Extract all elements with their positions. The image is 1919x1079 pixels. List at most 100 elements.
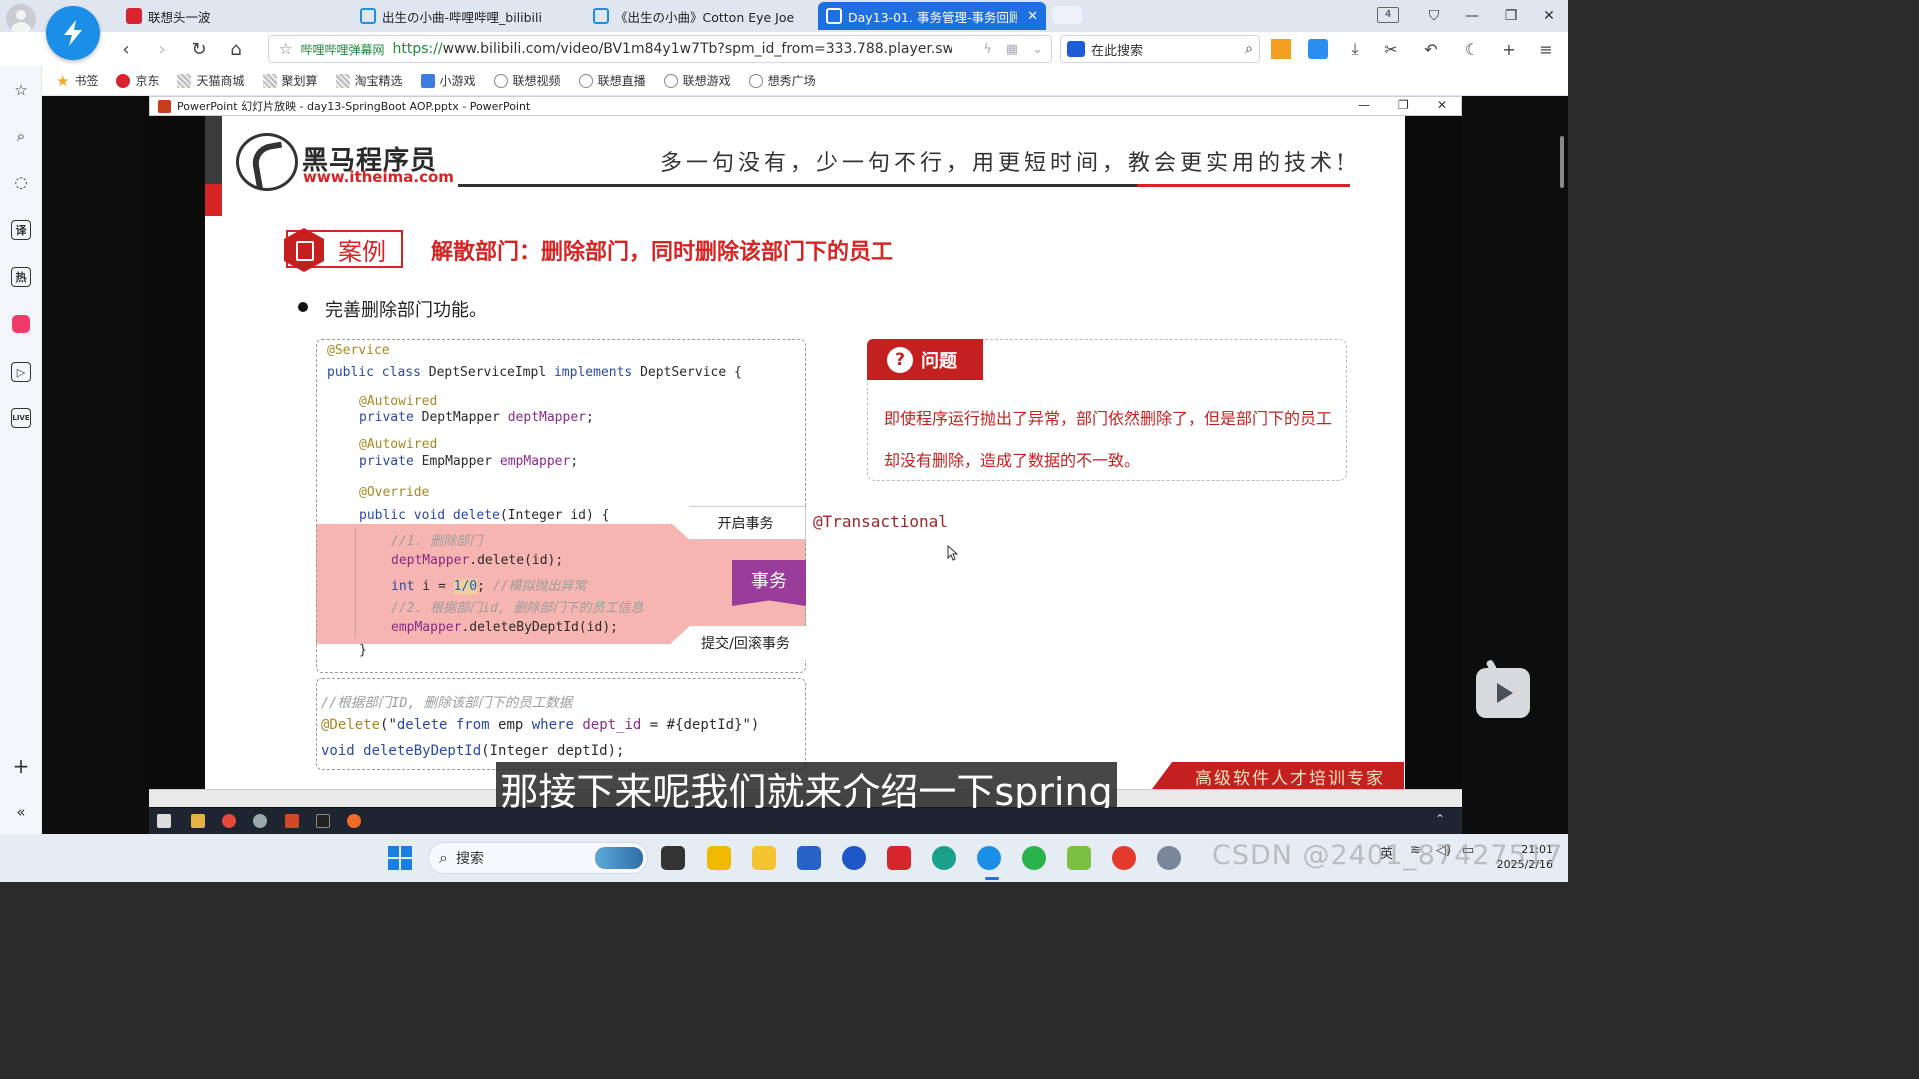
collapse-icon[interactable]: « (9, 800, 33, 824)
tab-bilibili-2[interactable]: 《出生の小曲》Cotton Eye Joe (585, 2, 803, 30)
reload-icon[interactable]: ↻ (187, 37, 211, 61)
browser-sidebar: ☆ ⌕ ◌ 译 热 ▷ LIVE + « (0, 66, 42, 834)
chevron-down-icon[interactable]: ⌄ (1032, 42, 1043, 57)
tab-bar: 联想头一波 出生の小曲-哔哩哔哩_bilibili 《出生の小曲》Cotton … (0, 0, 1568, 34)
widgets-icon[interactable] (707, 846, 731, 870)
scrollbar[interactable] (1560, 136, 1564, 188)
restore-icon[interactable]: ❐ (1497, 4, 1525, 28)
bookmark-item[interactable]: ★ 书签 (56, 72, 98, 89)
search-input[interactable]: 在此搜索 (1091, 40, 1143, 59)
start-icon[interactable] (388, 846, 412, 870)
chat-icon[interactable]: ◌ (9, 170, 33, 194)
home-icon[interactable]: ⌂ (224, 37, 248, 61)
task-view-icon[interactable] (661, 846, 685, 870)
juhuasuan-icon (262, 73, 277, 88)
restore-icon[interactable]: ❐ (1398, 98, 1409, 112)
bookmark-item[interactable]: 天猫商城 (177, 72, 245, 89)
dolphin-icon (595, 847, 643, 869)
app-icon (253, 814, 267, 828)
scissors-icon[interactable]: ✂ (1380, 38, 1402, 60)
chrome-icon[interactable] (1112, 846, 1136, 870)
address-bar[interactable]: ☆ 哔哩哔哩弹幕网 https://www.bilibili.com/video… (268, 35, 1052, 63)
store-icon[interactable] (797, 846, 821, 870)
bookmark-item[interactable]: 小游戏 (420, 72, 476, 89)
settings-icon[interactable] (1157, 846, 1181, 870)
add-icon[interactable]: + (9, 754, 33, 778)
menu-icon[interactable]: ≡ (1535, 38, 1557, 60)
close-tab-icon[interactable]: ✕ (1027, 9, 1038, 24)
qr-icon[interactable]: ▦ (1006, 42, 1018, 57)
minimize-icon[interactable]: — (1358, 98, 1370, 112)
video-icon[interactable]: ▷ (11, 362, 31, 382)
undo-icon[interactable]: ↶ (1420, 38, 1442, 60)
slogan: 多一句没有，少一句不行，用更短时间，教会更实用的技术! (660, 151, 1349, 176)
shirt-icon[interactable]: ⛉ (1420, 4, 1448, 28)
recorded-taskbar: ⌃ (149, 808, 1462, 834)
user-avatar[interactable] (6, 4, 36, 34)
tab-label: 出生の小曲-哔哩哔哩_bilibili (382, 9, 542, 25)
tmall-icon (177, 73, 192, 88)
tab-label: Day13-01. 事务管理-事务回顾 (848, 9, 1018, 25)
code-line: @Delete("delete from emp where dept_id =… (321, 717, 760, 733)
forward-icon[interactable]: › (150, 37, 174, 61)
code-line: @Autowired (359, 394, 438, 409)
download-icon[interactable]: ⤓ (1344, 38, 1366, 60)
bookmark-item[interactable]: 联想视频 (493, 72, 561, 89)
close-icon[interactable]: ✕ (1437, 98, 1447, 112)
bookmark-item[interactable]: 京东 (116, 72, 159, 89)
bookmark-item[interactable]: 淘宝精选 (335, 72, 403, 89)
explorer-icon[interactable] (752, 846, 776, 870)
translate-icon[interactable]: 译 (11, 220, 31, 240)
close-window-icon[interactable]: ✕ (1535, 4, 1563, 28)
favorites-icon[interactable]: ☆ (9, 78, 33, 102)
code-line: private EmpMapper empMapper; (359, 454, 579, 469)
bookmark-item[interactable]: 联想直播 (578, 72, 646, 89)
bookmark-star-icon[interactable]: ☆ (279, 40, 292, 58)
powerpoint-icon (158, 99, 171, 113)
edge-icon[interactable] (932, 846, 956, 870)
lenovo-app-icon[interactable] (842, 846, 866, 870)
bookmark-item[interactable]: 联想游戏 (663, 72, 731, 89)
site-label: 哔哩哔哩弹幕网 (300, 42, 385, 57)
tab-active-day13[interactable]: Day13-01. 事务管理-事务回顾 ✕ (818, 2, 1046, 30)
lenovo-icon (126, 8, 142, 24)
taskbar-search[interactable]: ⌕ 搜索 (428, 842, 648, 874)
bookmark-item[interactable]: 聚划算 (262, 72, 318, 89)
send-icon[interactable] (1308, 39, 1328, 59)
minimize-icon[interactable]: — (1458, 4, 1486, 28)
plus-icon[interactable]: + (1498, 38, 1520, 60)
feed-icon[interactable] (1271, 39, 1291, 59)
lightning-icon[interactable]: ϟ (983, 42, 992, 57)
browser-app-icon[interactable] (977, 846, 1001, 870)
bilibili-icon (593, 8, 609, 24)
transactional-annotation: @Transactional (813, 512, 948, 531)
search-icon[interactable]: ⌕ (1245, 41, 1253, 57)
bookmark-item[interactable]: 想秀广场 (748, 72, 816, 89)
bullet-text: 完善删除部门功能。 (325, 300, 487, 321)
hot-icon[interactable]: 热 (11, 267, 31, 287)
night-mode-icon[interactable]: ☾ (1461, 38, 1483, 60)
wechat-icon[interactable] (1022, 846, 1046, 870)
tab-bilibili-1[interactable]: 出生の小曲-哔哩哔哩_bilibili (352, 2, 572, 30)
active-app-indicator (985, 877, 999, 880)
globe-icon (748, 73, 763, 88)
search-engine-icon[interactable] (1067, 41, 1085, 57)
bilibili-play-icon[interactable] (1476, 668, 1530, 718)
tv-app-icon[interactable] (9, 312, 33, 336)
search-box[interactable]: 在此搜索 ⌕ (1060, 35, 1260, 63)
wps-icon[interactable] (887, 846, 911, 870)
url-text[interactable]: https://www.bilibili.com/video/BV1m84y1w… (392, 41, 952, 57)
slide-accent-red (205, 184, 222, 216)
app-icon[interactable] (1067, 846, 1091, 870)
live-icon[interactable]: LIVE (11, 408, 31, 428)
browser-logo-icon[interactable] (46, 6, 100, 60)
new-tab-button[interactable] (1052, 6, 1082, 24)
tab-lenovo[interactable]: 联想头一波 (118, 2, 338, 30)
chevron-up-icon: ⌃ (1435, 812, 1446, 826)
code-line: private DeptMapper deptMapper; (359, 410, 594, 425)
transaction-flag: 事务 (732, 560, 806, 606)
search-icon[interactable]: ⌕ (9, 124, 33, 148)
video-subtitle: 那接下来呢我们就来介绍一下spring (496, 762, 1117, 814)
tab-count[interactable]: 4 (1377, 7, 1399, 23)
back-icon[interactable]: ‹ (114, 37, 138, 61)
